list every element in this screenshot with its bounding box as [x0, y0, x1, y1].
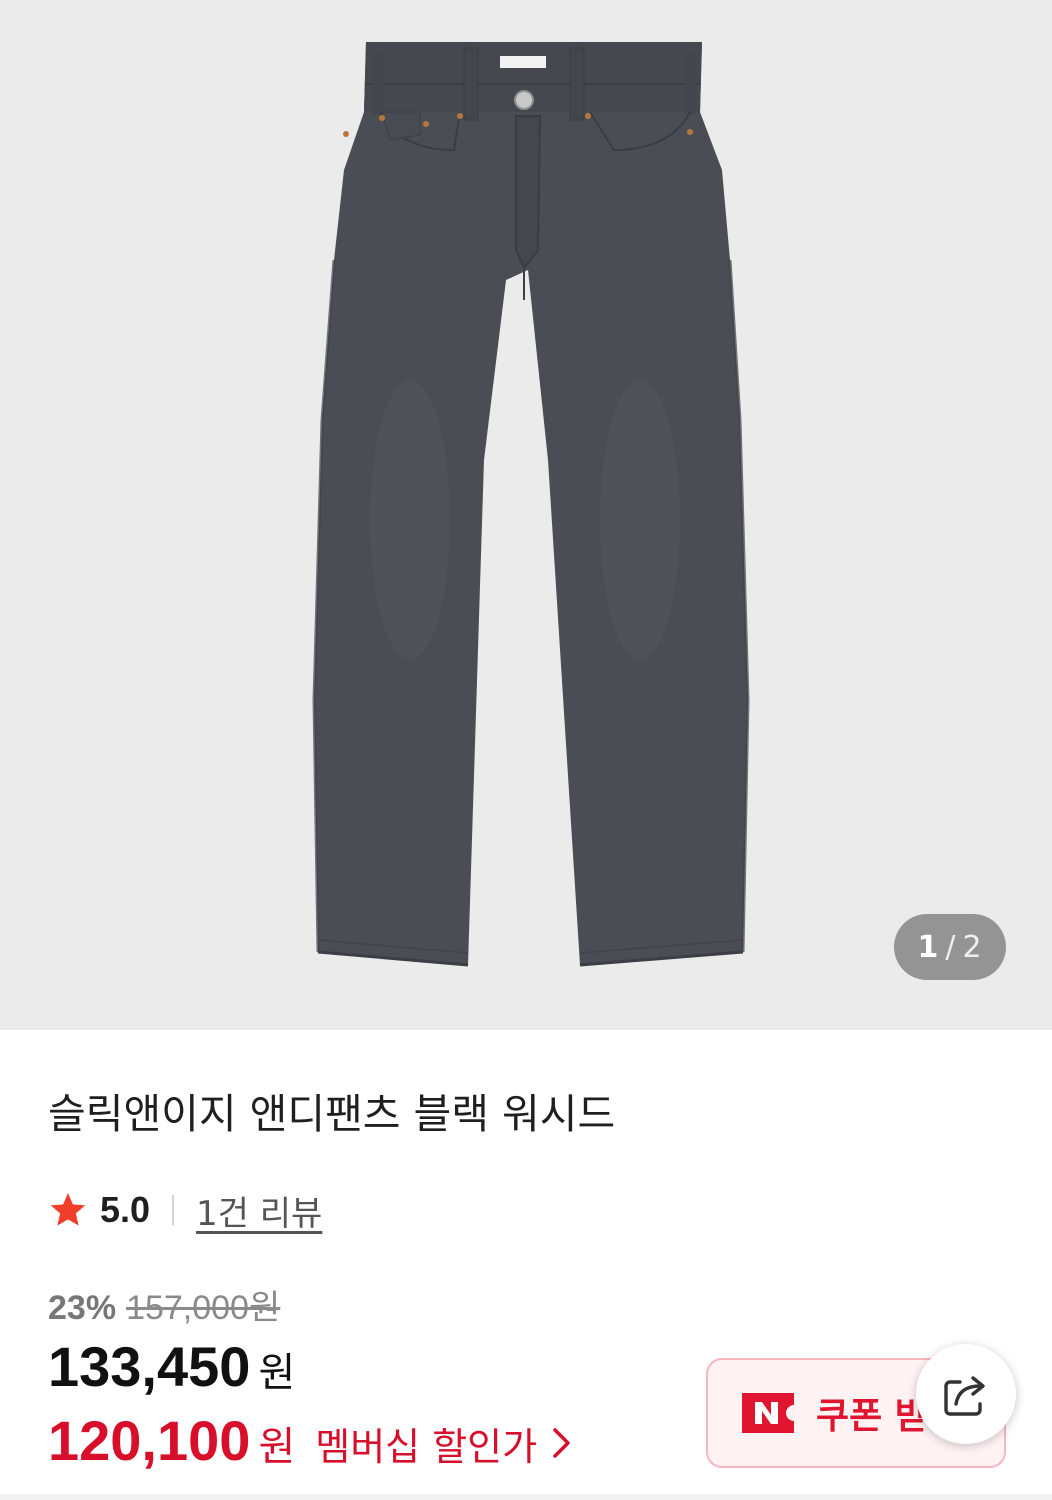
original-price-row: 23% 157,000원 [48, 1280, 280, 1329]
rating-divider [172, 1195, 175, 1225]
product-title: 슬릭앤이지 앤디팬츠 블랙 워시드 [48, 1090, 616, 1138]
sale-price-row: 133,450 원 [48, 1334, 295, 1399]
product-image-gallery[interactable]: 1 / 2 [0, 0, 1052, 1030]
naver-n-icon [742, 1393, 794, 1433]
chevron-right-icon [553, 1428, 570, 1458]
sale-price: 133,450 [48, 1335, 251, 1398]
membership-price-unit: 원 [258, 1424, 296, 1470]
share-button[interactable] [916, 1344, 1016, 1444]
membership-price-link[interactable]: 120,100 원 멤버십 할인가 [48, 1408, 573, 1473]
section-divider [0, 1494, 1052, 1500]
membership-price: 120,100 [48, 1409, 251, 1472]
image-counter: 1 / 2 [894, 914, 1006, 980]
membership-price-label: 멤버십 할인가 [315, 1425, 538, 1469]
discount-rate: 23% [48, 1289, 117, 1327]
original-price: 157,000원 [126, 1289, 281, 1327]
sale-price-unit: 원 [258, 1350, 296, 1396]
image-counter-total: 2 [962, 929, 983, 965]
rating-row: 5.0 1건 리뷰 [48, 1186, 322, 1235]
image-counter-current: 1 [917, 929, 940, 965]
star-icon [50, 1193, 86, 1226]
rating-value: 5.0 [100, 1189, 151, 1230]
share-icon [944, 1376, 985, 1416]
review-count-link[interactable]: 1건 리뷰 [196, 1186, 322, 1235]
image-counter-separator: / [945, 929, 957, 965]
jeans-image [312, 42, 750, 967]
product-detail-page: 1 / 2 슬릭앤이지 앤디팬츠 블랙 워시드 5.0 1건 리뷰 23% 15… [0, 0, 1052, 1500]
